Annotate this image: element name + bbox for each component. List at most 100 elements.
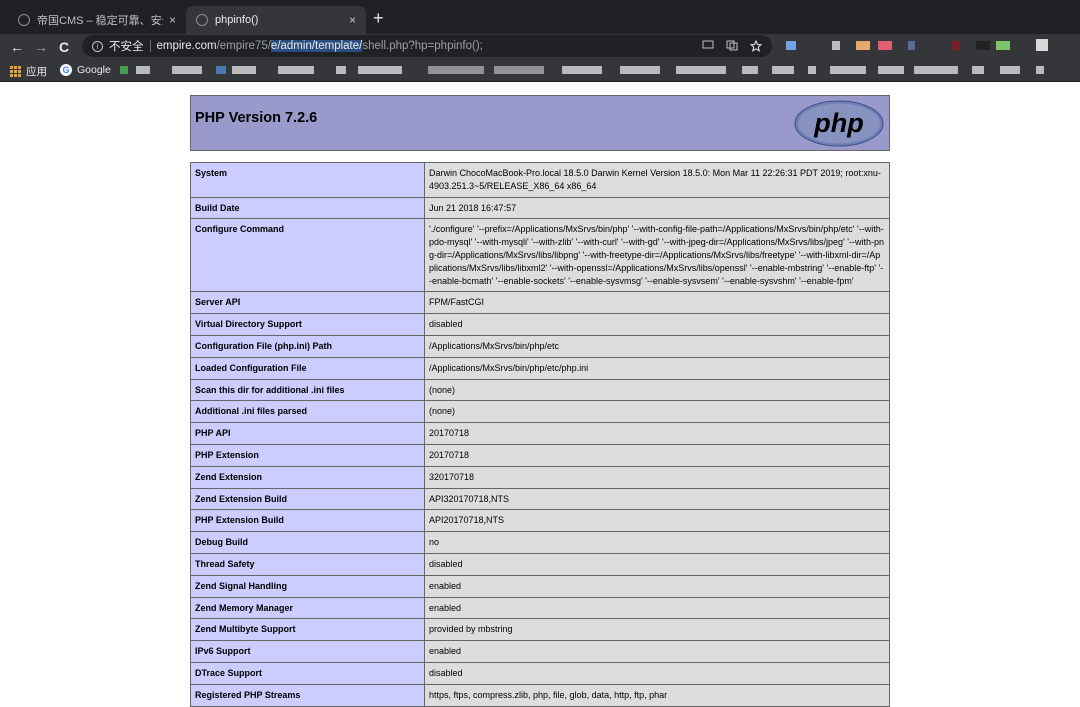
star-icon[interactable] [750, 40, 762, 52]
reload-button[interactable]: C [59, 37, 69, 57]
extension-icon[interactable] [856, 41, 870, 50]
row-value: disabled [424, 552, 890, 576]
table-row: Loaded Configuration File/Applications/M… [190, 356, 890, 380]
bookmark-item[interactable] [1036, 66, 1044, 74]
tab-phpinfo[interactable]: phpinfo() × [186, 6, 366, 34]
row-label: Zend Memory Manager [190, 596, 425, 620]
close-icon[interactable]: × [349, 13, 356, 27]
extension-icon[interactable] [976, 41, 990, 50]
profile-avatar[interactable] [1036, 39, 1048, 51]
divider [149, 40, 151, 52]
row-label: Zend Multibyte Support [190, 618, 425, 642]
table-row: Server API FPM/FastCGI [190, 291, 890, 315]
row-label: Scan this dir for additional .ini files [190, 378, 425, 402]
tab-empirecms[interactable]: 帝国CMS – 稳定可靠、安全省心 × [8, 6, 186, 34]
row-value: Darwin ChocoMacBook-Pro.local 18.5.0 Dar… [424, 162, 890, 198]
table-row: System Darwin ChocoMacBook-Pro.local 18.5… [190, 162, 890, 198]
row-label: Configure Command [190, 218, 425, 293]
row-value: (none) [424, 400, 890, 424]
tab-title: 帝国CMS – 稳定可靠、安全省心 [37, 15, 163, 27]
row-label: DTrace Support [190, 661, 425, 685]
row-label: Zend Signal Handling [190, 574, 425, 598]
bookmark-item[interactable] [278, 66, 314, 74]
bookmark-item[interactable] [878, 66, 904, 74]
bookmark-item[interactable] [772, 66, 794, 74]
php-logo-icon[interactable]: php [794, 100, 884, 147]
row-value: enabled [424, 640, 890, 663]
bookmark-item[interactable] [620, 66, 660, 74]
bookmark-item[interactable] [742, 66, 758, 74]
address-bar[interactable]: i 不安全 empire.com /empire75/ e/admin/temp… [82, 35, 772, 57]
extension-icon[interactable] [996, 41, 1010, 50]
table-row: Thread Safety disabled [190, 552, 890, 576]
row-label: Thread Safety [190, 552, 425, 576]
row-value: API20170718,NTS [424, 509, 890, 533]
info-icon[interactable]: i [92, 40, 103, 52]
table-row: Configure Command './configure' '--prefix… [190, 218, 890, 293]
bookmark-item[interactable] [358, 66, 402, 74]
extension-icon[interactable] [908, 41, 915, 50]
bookmark-item[interactable] [136, 66, 150, 74]
forward-button[interactable]: → [34, 37, 48, 57]
row-value: /Applications/MxSrvs/bin/php/etc [424, 334, 890, 358]
row-label: Zend Extension [190, 465, 425, 489]
table-row: Configuration File (php.ini) Path/Applic… [190, 334, 890, 358]
url-query: shell.php?hp=phpinfo(); [362, 40, 483, 52]
url-host: empire.com [156, 40, 217, 52]
bookmark-item[interactable] [676, 66, 726, 74]
bookmark-apps[interactable]: 应用 [10, 64, 47, 79]
bookmark-item[interactable] [336, 66, 346, 74]
row-label: Debug Build [190, 531, 425, 554]
bookmark-label: Google [77, 64, 111, 76]
back-button[interactable]: ← [10, 37, 24, 57]
row-value: API320170718,NTS [424, 487, 890, 511]
row-label: Zend Extension Build [190, 487, 425, 511]
bookmark-item[interactable] [1000, 66, 1020, 74]
extension-icon[interactable] [786, 41, 796, 50]
bookmark-item[interactable] [562, 66, 602, 74]
extension-icon[interactable] [952, 41, 960, 50]
apps-grid-icon [10, 66, 21, 77]
row-value: https, ftps, compress.zlib, php, file, g… [424, 683, 890, 707]
row-value: provided by mbstring [424, 618, 890, 642]
page-content: PHP Version 7.2.6 php System Darwin Choco… [0, 83, 1080, 707]
table-row: Zend Multibyte Support provided by mbstri… [190, 618, 890, 642]
bookmark-item[interactable] [172, 66, 202, 74]
row-value: Jun 21 2018 16:47:57 [424, 196, 890, 220]
bookmark-label: 应用 [26, 66, 47, 78]
browser-toolbar: ← → C i 不安全 empire.com /empire75/ e/admi… [0, 34, 1080, 60]
phpinfo-table: System Darwin ChocoMacBook-Pro.local 18.5… [190, 162, 890, 707]
row-value: disabled [424, 661, 890, 685]
translate-icon[interactable] [726, 40, 738, 51]
bookmark-item[interactable] [232, 66, 256, 74]
new-tab-button[interactable]: + [373, 8, 384, 28]
close-icon[interactable]: × [169, 13, 176, 27]
row-label: Virtual Directory Support [190, 313, 425, 336]
row-value: disabled [424, 313, 890, 336]
bookmark-item[interactable] [808, 66, 816, 74]
bookmark-item[interactable] [428, 66, 484, 74]
security-label[interactable]: 不安全 [109, 38, 144, 54]
table-row: DTrace Support disabled [190, 661, 890, 685]
table-row: Zend Memory Manager enabled [190, 596, 890, 620]
row-value: 20170718 [424, 443, 890, 467]
phpinfo-container: PHP Version 7.2.6 php System Darwin Choco… [190, 95, 890, 707]
row-label: PHP Extension [190, 443, 425, 467]
extension-icon[interactable] [832, 41, 840, 50]
php-logo-text: php [813, 108, 863, 138]
bookmark-item[interactable] [972, 66, 984, 74]
cast-icon[interactable] [702, 40, 714, 50]
row-label: IPv6 Support [190, 640, 425, 663]
bookmark-item[interactable] [494, 66, 544, 74]
bookmark-item[interactable] [914, 66, 958, 74]
row-value: './configure' '--prefix=/Applications/Mx… [424, 218, 890, 293]
url-selected-path: e/admin/template/ [270, 40, 363, 52]
row-label: Loaded Configuration File [190, 356, 425, 380]
bookmark-item[interactable] [120, 66, 128, 74]
table-row: Zend Signal Handling enabled [190, 574, 890, 598]
bookmark-google[interactable]: G Google [60, 64, 111, 76]
extension-icon[interactable] [878, 41, 892, 50]
bookmark-item[interactable] [830, 66, 866, 74]
bookmark-item[interactable] [216, 66, 226, 74]
row-value: FPM/FastCGI [424, 291, 890, 315]
